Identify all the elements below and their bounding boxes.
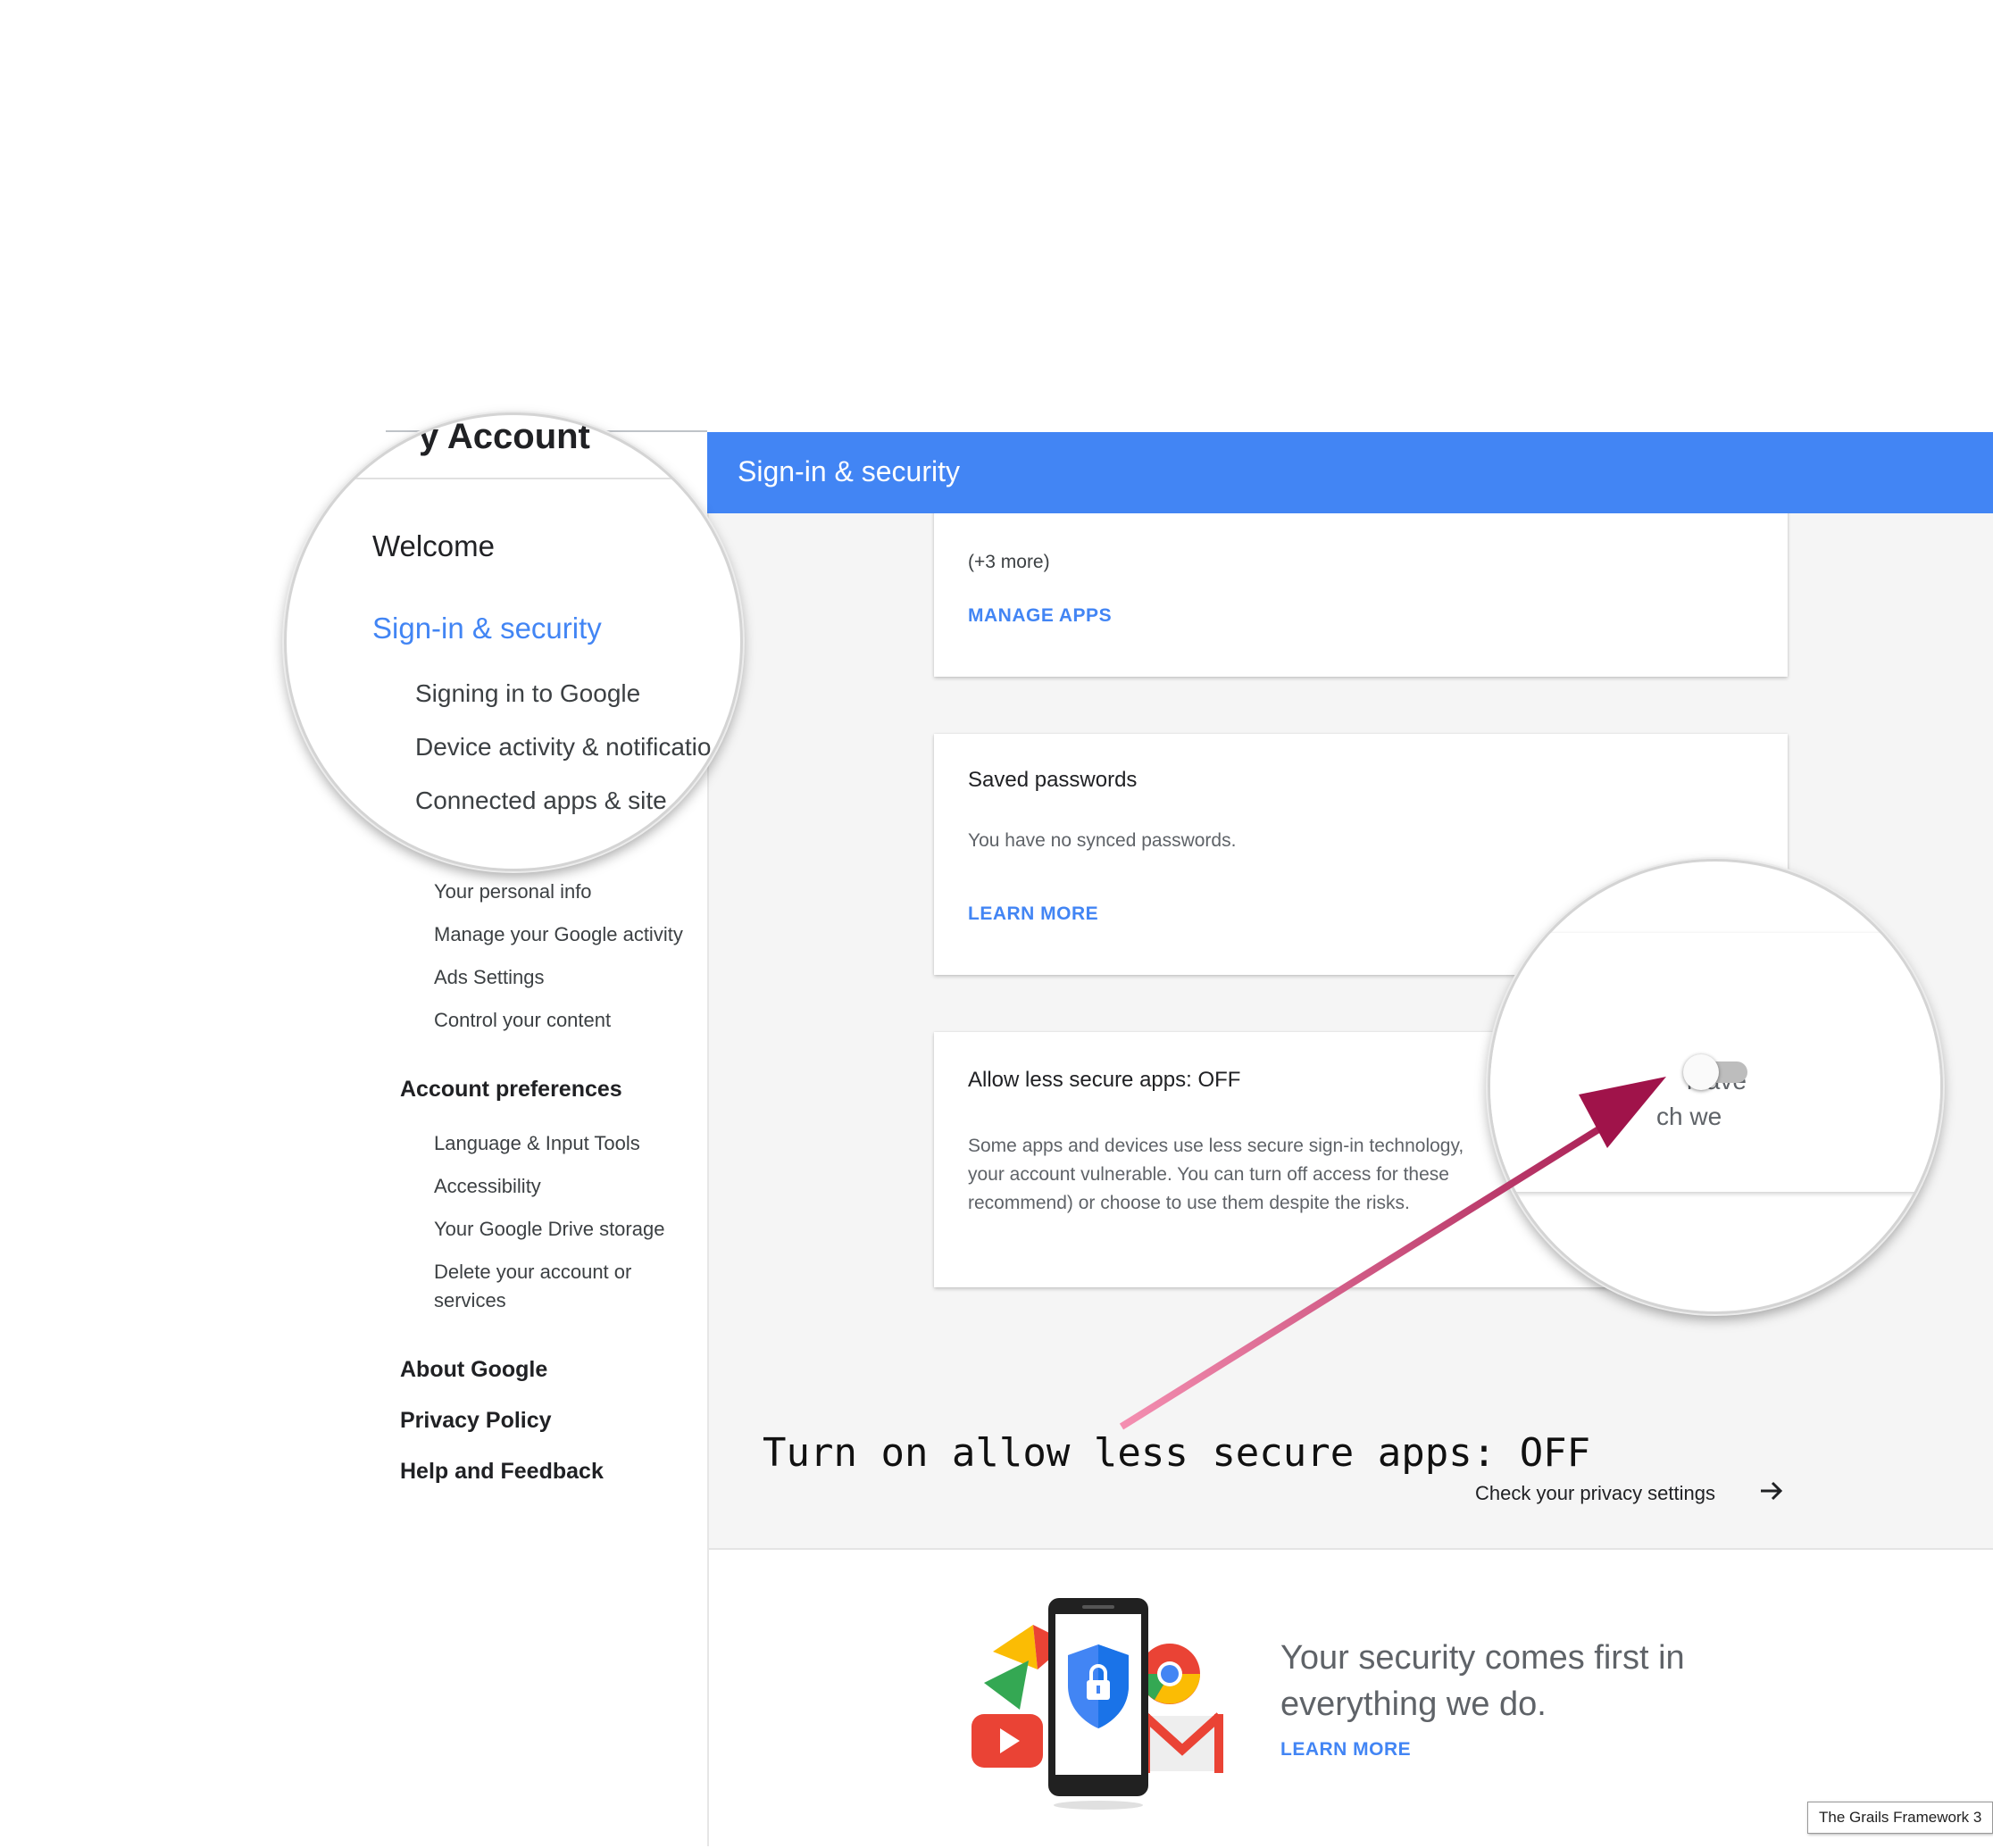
- tooltip: The Grails Framework 3: [1807, 1802, 1993, 1834]
- annotation-caption: Turn on allow less secure apps: OFF: [763, 1430, 1591, 1476]
- annotation-arrow: [1119, 1077, 1666, 1430]
